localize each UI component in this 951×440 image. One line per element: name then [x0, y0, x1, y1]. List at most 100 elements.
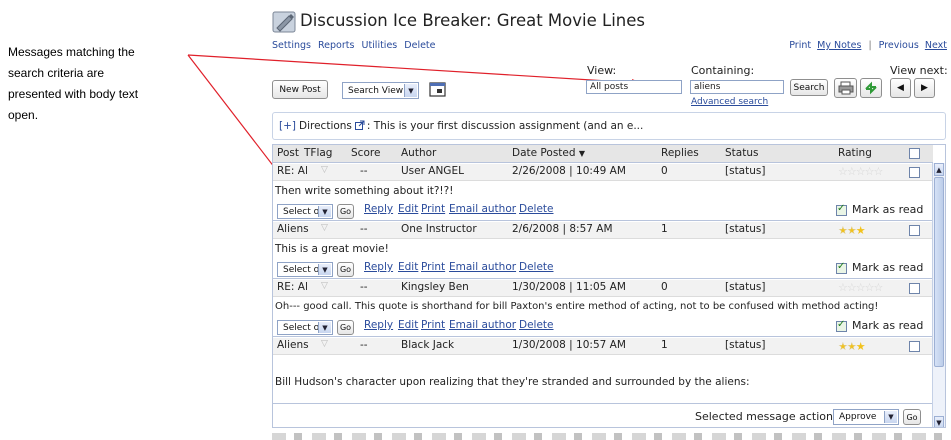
rating-stars[interactable]: ☆☆☆☆☆: [838, 165, 883, 178]
delete-message-link[interactable]: Delete: [519, 319, 554, 331]
table-row[interactable]: Aliens ▽ -- One Instructor 2/6/2008 | 8:…: [273, 222, 933, 239]
author: Kingsley Ben: [401, 281, 469, 293]
cropped-content-edge: [272, 433, 946, 440]
column-header-author[interactable]: Author: [401, 147, 436, 159]
table-header: Post TFlag Score Author Date Posted ▼ Re…: [273, 145, 933, 163]
edit-link[interactable]: Edit: [398, 261, 418, 273]
selected-action-select[interactable]: Approve ▼: [833, 409, 899, 425]
row-checkbox[interactable]: [909, 341, 920, 352]
print-message-link[interactable]: Print: [421, 319, 445, 331]
nav-separator: |: [868, 40, 872, 51]
flag-icon[interactable]: ▽: [321, 165, 328, 175]
go-button[interactable]: Go: [337, 204, 354, 219]
next-link[interactable]: Next: [925, 40, 947, 51]
scrollbar-thumb[interactable]: [934, 177, 944, 367]
column-header-status[interactable]: Status: [725, 147, 758, 159]
table-scrollbar[interactable]: ▲ ▼: [932, 163, 945, 427]
table-row[interactable]: RE: Al ▽ -- User ANGEL 2/26/2008 | 10:49…: [273, 164, 933, 181]
date-posted: 2/6/2008 | 8:57 AM: [512, 223, 613, 235]
column-header-replies[interactable]: Replies: [661, 147, 699, 159]
print-link[interactable]: Print: [789, 40, 811, 51]
reply-link[interactable]: Reply: [364, 319, 393, 331]
rating-stars[interactable]: ☆☆☆☆☆: [838, 281, 883, 294]
page-title: Discussion Ice Breaker: Great Movie Line…: [300, 11, 645, 30]
search-button[interactable]: Search: [790, 79, 828, 96]
edit-link[interactable]: Edit: [398, 203, 418, 215]
reply-link[interactable]: Reply: [364, 203, 393, 215]
replies: 0: [661, 281, 668, 293]
my-notes-link[interactable]: My Notes: [817, 40, 861, 51]
flag-icon[interactable]: ▽: [321, 223, 328, 233]
row-checkbox[interactable]: [909, 167, 920, 178]
directions-label: Directions: [299, 120, 352, 132]
email-author-link[interactable]: Email author: [449, 203, 516, 215]
search-input[interactable]: aliens: [690, 80, 784, 94]
table-row[interactable]: Aliens ▽ -- Black Jack 1/30/2008 | 10:57…: [273, 338, 933, 355]
status: [status]: [725, 223, 766, 235]
action-select[interactable]: Select one ▼: [277, 204, 333, 219]
go-button[interactable]: Go: [337, 320, 354, 335]
flag-icon[interactable]: ▽: [321, 281, 328, 291]
mark-as-read-checkbox[interactable]: [836, 319, 847, 332]
delete-message-link[interactable]: Delete: [519, 203, 554, 215]
go-button[interactable]: Go: [337, 262, 354, 277]
delete-link[interactable]: Delete: [404, 40, 435, 51]
reports-link[interactable]: Reports: [318, 40, 354, 51]
directions-text: : This is your first discussion assignme…: [366, 120, 644, 132]
replies: 1: [661, 339, 668, 351]
print-icon[interactable]: [834, 78, 857, 98]
view-mode-select[interactable]: Search View ▼: [342, 82, 419, 99]
date-posted-label: Date Posted: [512, 147, 576, 159]
post-title[interactable]: Aliens: [277, 339, 309, 351]
scroll-down-icon[interactable]: ▼: [934, 416, 944, 427]
previous-arrow-button[interactable]: ◀: [890, 78, 911, 98]
post-title[interactable]: RE: Al: [277, 165, 308, 177]
email-author-link[interactable]: Email author: [449, 261, 516, 273]
flag-icon[interactable]: ▽: [321, 339, 328, 349]
scroll-up-icon[interactable]: ▲: [934, 163, 944, 176]
delete-message-link[interactable]: Delete: [519, 261, 554, 273]
next-arrow-button[interactable]: ▶: [914, 78, 935, 98]
new-post-button[interactable]: New Post: [272, 80, 328, 99]
external-link-icon[interactable]: [354, 120, 365, 133]
message-body: This is a great movie!: [275, 243, 389, 255]
print-message-link[interactable]: Print: [421, 203, 445, 215]
column-header-post[interactable]: Post: [277, 147, 299, 159]
edit-link[interactable]: Edit: [398, 319, 418, 331]
email-author-link[interactable]: Email author: [449, 319, 516, 331]
column-header-date-posted[interactable]: Date Posted ▼: [512, 147, 585, 159]
refresh-icon[interactable]: [860, 78, 882, 98]
post-title[interactable]: RE: Al: [277, 281, 308, 293]
replies: 1: [661, 223, 668, 235]
mark-as-read-checkbox[interactable]: [836, 203, 847, 216]
chevron-down-icon: ▼: [884, 411, 897, 423]
previous-link[interactable]: Previous: [879, 40, 919, 51]
action-select[interactable]: Select one ▼: [277, 262, 333, 277]
mark-as-read-label: Mark as read: [852, 203, 924, 216]
row-checkbox[interactable]: [909, 225, 920, 236]
reply-link[interactable]: Reply: [364, 261, 393, 273]
discussion-icon: [272, 11, 296, 33]
chevron-down-icon: ▼: [404, 84, 417, 97]
mark-as-read-label: Mark as read: [852, 261, 924, 274]
advanced-search-link[interactable]: Advanced search: [691, 97, 768, 107]
view-filter-select[interactable]: All posts: [586, 80, 682, 94]
settings-link[interactable]: Settings: [272, 40, 311, 51]
calendar-icon[interactable]: [428, 81, 448, 98]
column-header-score[interactable]: Score: [351, 147, 380, 159]
author: Black Jack: [401, 339, 455, 351]
print-message-link[interactable]: Print: [421, 261, 445, 273]
row-checkbox[interactable]: [909, 283, 920, 294]
mark-as-read-label: Mark as read: [852, 319, 924, 332]
table-row[interactable]: RE: Al ▽ -- Kingsley Ben 1/30/2008 | 11:…: [273, 280, 933, 297]
post-title[interactable]: Aliens: [277, 223, 309, 235]
directions-toggle[interactable]: [+]: [279, 120, 296, 132]
apply-action-go-button[interactable]: Go: [903, 409, 921, 425]
admin-links: Settings Reports Utilities Delete: [272, 40, 440, 51]
column-header-rating[interactable]: Rating: [838, 147, 872, 159]
column-header-tflag[interactable]: TFlag: [304, 147, 332, 159]
action-select[interactable]: Select one ▼: [277, 320, 333, 335]
utilities-link[interactable]: Utilities: [361, 40, 397, 51]
mark-as-read-checkbox[interactable]: [836, 261, 847, 274]
select-all-checkbox[interactable]: [909, 148, 920, 159]
